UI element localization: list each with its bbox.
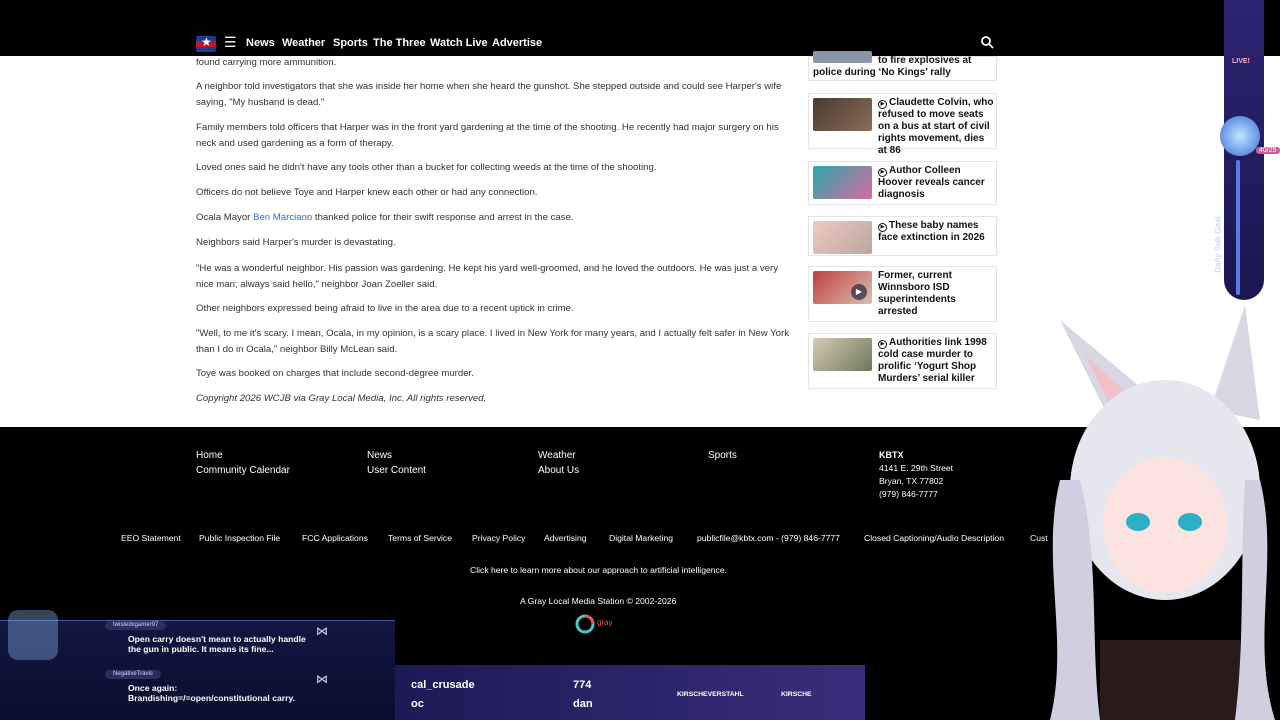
video-play-icon: ▶ — [878, 168, 887, 177]
footer-link-community-calendar[interactable]: Community Calendar — [196, 465, 290, 476]
footer-legal-link[interactable]: Digital Marketing — [609, 533, 673, 543]
goal-count: 40/25 — [1256, 147, 1280, 154]
sidebar-story-card[interactable]: ▶ Author Colleen Hoover reveals cancer di… — [808, 161, 997, 205]
vtuber-avatar — [1040, 300, 1280, 720]
footer-link-news[interactable]: News — [367, 450, 392, 461]
footer-link-sports[interactable]: Sports — [708, 450, 737, 461]
article-paragraph: "He was a wonderful neighbor. His passio… — [196, 263, 779, 290]
article-paragraph: found carrying more ammunition. — [196, 57, 337, 68]
footer-link-user-content[interactable]: User Content — [367, 465, 426, 476]
station-logo[interactable] — [196, 35, 216, 52]
stream-chat: twistedxgamer97 Open carry doesn't mean … — [0, 610, 395, 720]
goal-orb-icon — [1220, 116, 1260, 156]
social-tag: KIRSCHE — [781, 691, 812, 698]
footer-legal-link[interactable]: FCC Applications — [302, 533, 368, 543]
top-cheerer-value: dan — [573, 698, 593, 710]
top-nav-bar: ☰ News Weather Sports The Three Watch Li… — [0, 30, 1280, 56]
sidebar-story-title: to fire explosives at police during ‘No … — [813, 55, 972, 78]
article-paragraph: "Well, to me it's scary. I mean, Ocala, … — [196, 328, 790, 355]
article-paragraph: Toye was booked on charges that include … — [196, 368, 474, 379]
gray-logo-icon — [575, 614, 595, 634]
sidebar-story-title: These baby names face extinction in 2026 — [878, 220, 985, 243]
footer-legal-link[interactable]: Public Inspection File — [199, 533, 280, 543]
footer-link-home[interactable]: Home — [196, 450, 223, 461]
nav-sports[interactable]: Sports — [333, 37, 368, 49]
sidebar-story-card[interactable]: ▶ Claudette Colvin, who refused to move s… — [808, 93, 997, 156]
story-thumbnail — [813, 221, 872, 254]
live-label: LIVE! — [1232, 58, 1250, 65]
footer-legal-link[interactable]: EEO Statement — [121, 533, 181, 543]
nav-watch-live[interactable]: Watch Live — [430, 37, 488, 49]
mayor-link[interactable]: Ben Marciano — [253, 212, 312, 223]
sub-goal-widget: LIVE! 40/25 Daily Sub Goal — [1200, 0, 1280, 310]
video-play-icon: ▶ — [878, 340, 887, 349]
nav-the-three[interactable]: The Three — [373, 37, 426, 49]
search-icon[interactable] — [980, 35, 994, 49]
social-tag: KIRSCHEVERSTAHL — [677, 691, 744, 698]
footer-legal-link[interactable]: Terms of Service — [388, 533, 452, 543]
sidebar-story-card[interactable]: ▶ These baby names face extinction in 202… — [808, 216, 997, 256]
sidebar-story-title: Authorities link 1998 cold case murder t… — [878, 337, 987, 384]
mayor-text-suffix: thanked police for their swift response … — [312, 212, 574, 223]
stream-bottom-bar: cal_crusade 774 oc dan KIRSCHEVERSTAHL K… — [395, 665, 865, 720]
sidebar-story-card[interactable]: ▶ Authorities link 1998 cold case murder … — [808, 333, 997, 389]
menu-icon[interactable]: ☰ — [224, 34, 237, 51]
nav-advertise[interactable]: Advertise — [492, 37, 542, 49]
goal-label: Daily Sub Goal — [1213, 216, 1223, 273]
bow-icon: ⋈ — [316, 624, 328, 638]
sidebar-story-title: Claudette Colvin, who refused to move se… — [878, 97, 994, 156]
article-paragraph: Loved ones said he didn't have any tools… — [196, 162, 657, 173]
top-gifter-value: 774 — [573, 679, 592, 691]
sidebar-story-title: Former, current Winnsboro ISD superinten… — [878, 270, 956, 317]
station-address-line2: Bryan, TX 77802 — [879, 476, 944, 486]
article-paragraph: Officers do not believe Toye and Harper … — [196, 187, 538, 198]
article-paragraph: Neighbors said Harper's murder is devast… — [196, 237, 396, 248]
footer-link-about-us[interactable]: About Us — [538, 465, 579, 476]
bow-icon: ⋈ — [316, 672, 328, 686]
footer-legal-link[interactable]: publicfile@kbtx.com - (979) 846-7777 — [697, 533, 840, 543]
nav-news[interactable]: News — [246, 37, 275, 49]
chat-message: Once again: Brandishing=/=open/constitut… — [128, 683, 295, 703]
station-copyright: A Gray Local Media Station © 2002-2026 — [520, 596, 677, 606]
copyright-notice: Copyright 2026 WCJB via Gray Local Media… — [196, 393, 487, 404]
footer-legal-link[interactable]: Closed Captioning/Audio Description — [864, 533, 1004, 543]
footer-legal-link[interactable]: Privacy Policy — [472, 533, 525, 543]
video-play-icon: ▶ — [878, 223, 887, 232]
story-thumbnail — [813, 166, 872, 199]
footer-legal-link[interactable]: Advertising — [544, 533, 587, 543]
station-phone: (979) 846-7777 — [879, 489, 938, 499]
sidebar-story-card[interactable]: ▶ Former, current Winnsboro ISD superint… — [808, 266, 997, 322]
gray-media-logo[interactable]: gray — [575, 614, 615, 634]
article-paragraph: Family members told officers that Harper… — [196, 122, 779, 149]
top-cheerer-name: oc — [411, 698, 424, 710]
footer-link-weather[interactable]: Weather — [538, 450, 576, 461]
goal-progress-bar — [1236, 160, 1240, 295]
station-address-line1: 4141 E. 29th Street — [879, 463, 954, 473]
article-paragraph: Ocala Mayor Ben Marciano thanked police … — [196, 210, 792, 226]
chat-username: twistedxgamer97 — [105, 621, 167, 630]
sidebar-story-title: Author Colleen Hoover reveals cancer dia… — [878, 165, 985, 200]
video-play-icon: ▶ — [878, 100, 887, 109]
chat-username: NegativeTravis — [105, 670, 161, 679]
mayor-text-prefix: Ocala Mayor — [196, 212, 254, 223]
article-paragraph: Other neighbors expressed being afraid t… — [196, 303, 574, 314]
article-paragraph: A neighbor told investigators that she w… — [196, 81, 782, 108]
sidebar-story-card[interactable]: to fire explosives at police during ‘No … — [808, 51, 997, 81]
station-name: KBTX — [879, 450, 904, 460]
ai-approach-link[interactable]: Click here to learn more about our appro… — [470, 565, 727, 575]
chat-message: Open carry doesn't mean to actually hand… — [128, 634, 306, 654]
chat-mascot-icon — [8, 610, 58, 660]
nav-weather[interactable]: Weather — [282, 37, 325, 49]
gray-logo-text: gray — [597, 618, 613, 627]
top-gifter-name: cal_crusade — [411, 679, 475, 691]
